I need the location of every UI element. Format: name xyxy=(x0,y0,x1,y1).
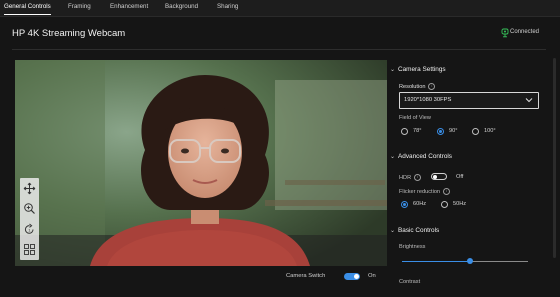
tab-enhancement[interactable]: Enhancement xyxy=(110,0,148,14)
rotate-icon[interactable]: 1 xyxy=(23,223,36,236)
flicker-option-60hz: 60Hz xyxy=(413,201,427,207)
chevron-down-icon xyxy=(525,98,533,103)
brightness-label: Brightness xyxy=(399,244,426,250)
info-icon[interactable]: i xyxy=(414,174,422,181)
preview-tool-strip: 1 xyxy=(20,178,39,260)
resolution-label-text: Resolution xyxy=(399,83,426,90)
flicker-radio-60hz[interactable] xyxy=(401,201,408,208)
fov-option-78: 78° xyxy=(413,128,422,134)
chevron-down-icon: ⌄ xyxy=(390,67,396,73)
hdr-toggle[interactable] xyxy=(431,173,447,180)
tab-general-controls[interactable]: General Controls xyxy=(4,0,51,15)
brightness-slider-fill xyxy=(402,261,471,262)
advanced-controls-title: Advanced Controls xyxy=(398,153,452,160)
move-icon[interactable] xyxy=(23,182,36,195)
flicker-label-text: Flicker reduction xyxy=(399,188,441,195)
toggle-knob xyxy=(354,274,359,279)
fov-radio-90[interactable] xyxy=(437,128,444,135)
fov-radio-78[interactable] xyxy=(401,128,408,135)
toggle-knob xyxy=(433,174,437,179)
info-icon[interactable]: i xyxy=(443,188,451,195)
camera-switch-label: Camera Switch xyxy=(286,273,326,279)
camera-settings-header[interactable]: ⌄ Camera Settings xyxy=(390,66,446,73)
hdr-label: HDR i xyxy=(399,174,422,181)
settings-panel: ⌄ Camera Settings Resolution i 1920*1080 3… xyxy=(390,58,548,297)
tab-framing[interactable]: Framing xyxy=(68,0,91,14)
flicker-option-50hz: 50Hz xyxy=(453,201,467,207)
webcam-connected-icon xyxy=(501,28,509,38)
camera-preview-image xyxy=(15,60,387,266)
svg-text:1: 1 xyxy=(28,228,31,233)
header-divider xyxy=(12,49,546,50)
zoom-in-icon[interactable] xyxy=(23,202,36,215)
resolution-value: 1920*1080 30FPS xyxy=(404,97,452,103)
hdr-state: Off xyxy=(456,174,464,180)
page-title: HP 4K Streaming Webcam xyxy=(12,28,126,39)
connection-status: Connected xyxy=(510,29,540,35)
settings-scrollbar[interactable] xyxy=(553,58,556,258)
camera-switch-state: On xyxy=(368,273,376,279)
camera-settings-title: Camera Settings xyxy=(398,66,446,73)
brightness-slider-thumb[interactable] xyxy=(467,258,474,264)
basic-controls-header[interactable]: ⌄ Basic Controls xyxy=(390,227,439,234)
camera-preview xyxy=(15,60,387,266)
resolution-select[interactable]: 1920*1080 30FPS xyxy=(399,92,539,109)
advanced-controls-header[interactable]: ⌄ Advanced Controls xyxy=(390,153,452,160)
chevron-down-icon: ⌄ xyxy=(390,154,396,160)
hdr-label-text: HDR xyxy=(399,174,412,181)
flicker-label: Flicker reduction i xyxy=(399,188,451,195)
grid-icon[interactable] xyxy=(23,243,36,256)
basic-controls-title: Basic Controls xyxy=(398,227,440,234)
fov-label: Field of View xyxy=(399,115,431,121)
tab-sharing[interactable]: Sharing xyxy=(217,0,238,14)
info-icon[interactable]: i xyxy=(428,83,436,90)
camera-switch-toggle[interactable] xyxy=(344,273,360,280)
resolution-label: Resolution i xyxy=(399,83,436,90)
chevron-down-icon: ⌄ xyxy=(390,228,396,234)
fov-radio-100[interactable] xyxy=(472,128,479,135)
flicker-radio-50hz[interactable] xyxy=(441,201,448,208)
tab-bar: General Controls Framing Enhancement Bac… xyxy=(0,0,560,17)
tab-background[interactable]: Background xyxy=(165,0,198,14)
fov-option-100: 100° xyxy=(484,128,496,134)
contrast-label: Contrast xyxy=(399,279,421,285)
fov-option-90: 90° xyxy=(449,128,458,134)
